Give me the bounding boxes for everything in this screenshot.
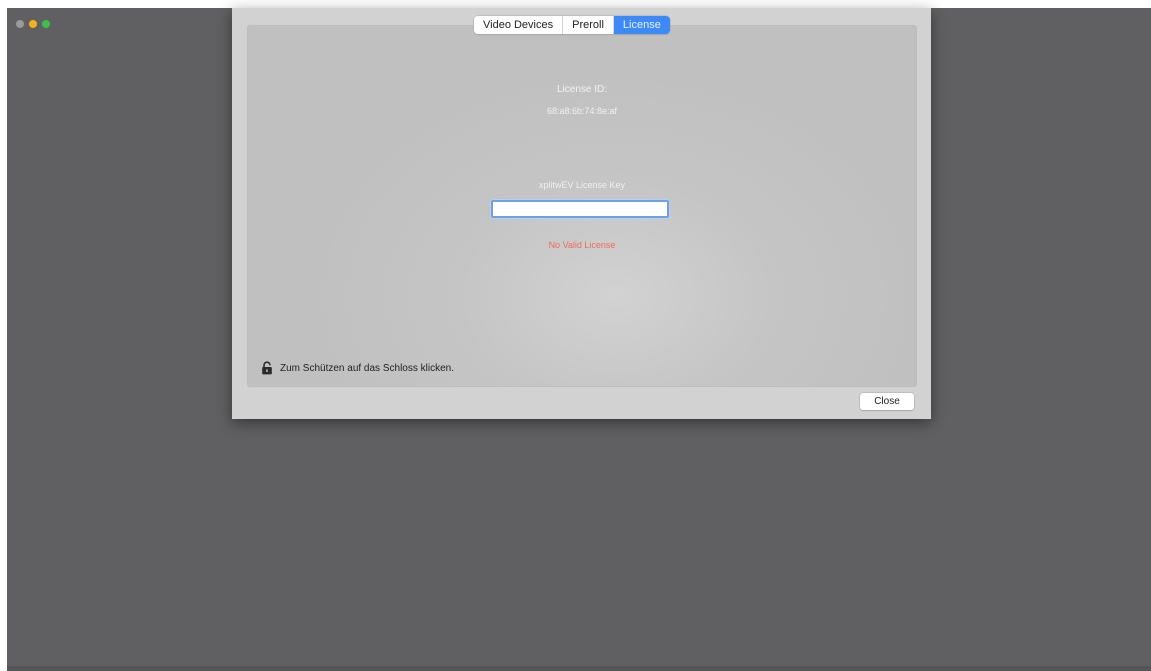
screen: Video Devices Preroll License License ID…: [0, 0, 1151, 671]
license-status-text: No Valid License: [548, 240, 616, 250]
tab-preroll[interactable]: Preroll: [563, 16, 614, 34]
tab-bar: Video Devices Preroll License: [474, 16, 670, 34]
close-window-icon[interactable]: [16, 20, 24, 28]
license-id-value: 68:a8:6b:74:8e:af: [546, 106, 618, 116]
lock-hint-text: Zum Schützen auf das Schloss klicken.: [280, 362, 454, 374]
license-sheet: Video Devices Preroll License License ID…: [232, 8, 931, 419]
lock-row: Zum Schützen auf das Schloss klicken.: [261, 361, 454, 375]
lock-icon[interactable]: [261, 361, 273, 375]
bottom-edge: [7, 666, 1151, 671]
license-key-input[interactable]: [491, 200, 669, 218]
tab-video-devices[interactable]: Video Devices: [474, 16, 564, 34]
window-controls: [16, 20, 50, 28]
zoom-window-icon[interactable]: [42, 20, 50, 28]
minimize-window-icon[interactable]: [29, 20, 37, 28]
close-button[interactable]: Close: [860, 393, 914, 410]
tab-license[interactable]: License: [613, 16, 670, 34]
license-id-label: License ID:: [556, 84, 608, 95]
license-key-label: xplitwEV License Key: [538, 180, 626, 190]
license-panel: License ID: 68:a8:6b:74:8e:af xplitwEV L…: [247, 25, 917, 387]
